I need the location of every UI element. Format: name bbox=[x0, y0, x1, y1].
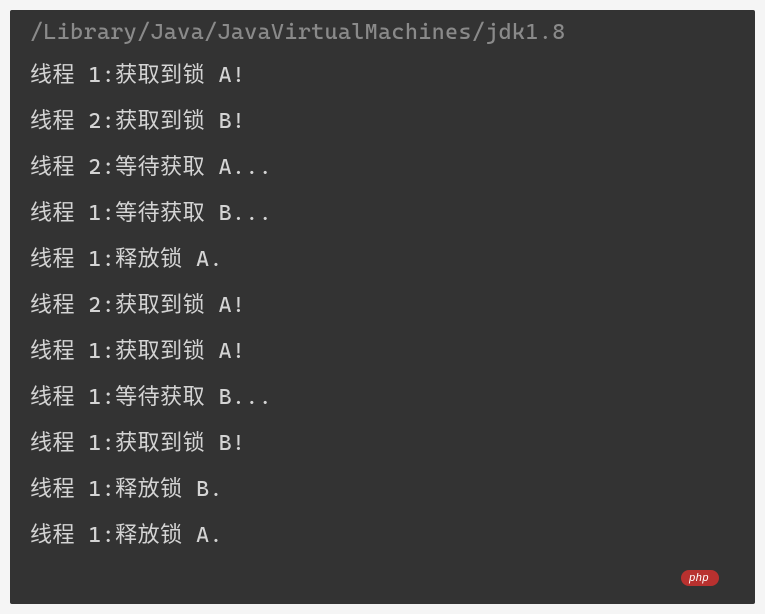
terminal-window: /Library/Java/JavaVirtualMachines/jdk1.8… bbox=[10, 10, 755, 604]
output-line: 线程 2:获取到锁 B! bbox=[30, 99, 735, 145]
output-line: 线程 1:获取到锁 B! bbox=[30, 421, 735, 467]
output-line: 线程 2:获取到锁 A! bbox=[30, 283, 735, 329]
output-line: 线程 1:等待获取 B... bbox=[30, 191, 735, 237]
output-line: 线程 1:等待获取 B... bbox=[30, 375, 735, 421]
output-line: 线程 1:释放锁 A. bbox=[30, 237, 735, 283]
watermark-badge: php bbox=[681, 570, 719, 586]
output-line: 线程 1:获取到锁 A! bbox=[30, 53, 735, 99]
output-line: 线程 1:释放锁 A. bbox=[30, 513, 735, 559]
terminal-output: 线程 1:获取到锁 A!线程 2:获取到锁 B!线程 2:等待获取 A...线程… bbox=[10, 53, 755, 559]
watermark: php bbox=[681, 570, 717, 586]
output-line: 线程 1:获取到锁 A! bbox=[30, 329, 735, 375]
output-line: 线程 2:等待获取 A... bbox=[30, 145, 735, 191]
terminal-path: /Library/Java/JavaVirtualMachines/jdk1.8 bbox=[10, 10, 755, 53]
output-line: 线程 1:释放锁 B. bbox=[30, 467, 735, 513]
